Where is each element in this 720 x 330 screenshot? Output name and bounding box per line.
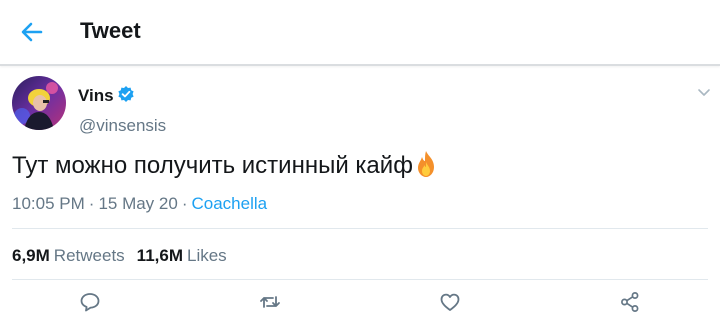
divider [12, 228, 708, 229]
tweet-text-content: Тут можно получить истинный кайф [12, 152, 413, 179]
tweet-detail: Vins @vinsensis Тут можно получить истин… [0, 66, 720, 330]
chevron-down-icon[interactable] [696, 84, 712, 100]
tweet-location-link[interactable]: Coachella [192, 194, 268, 213]
back-arrow-icon[interactable] [16, 16, 48, 48]
page-title: Tweet [80, 18, 141, 43]
fire-emoji-icon [415, 150, 437, 178]
author-display-name[interactable]: Vins [78, 86, 114, 106]
tweet-stats: 6,9M Retweets 11,6M Likes [12, 246, 227, 266]
likes-count: 11,6M [136, 246, 183, 265]
share-icon[interactable] [618, 290, 642, 314]
likes-stat[interactable]: 11,6M Likes [137, 246, 227, 265]
reply-icon[interactable] [78, 290, 102, 314]
heart-icon[interactable] [438, 290, 462, 314]
avatar[interactable] [12, 76, 66, 130]
tweet-time: 10:05 PM [12, 194, 85, 213]
tweet-actions [0, 290, 720, 314]
author-handle[interactable]: @vinsensis [79, 116, 166, 136]
divider [12, 279, 708, 280]
retweet-icon[interactable] [258, 290, 282, 314]
tweet-meta: 10:05 PM · 15 May 20 · Coachella [12, 194, 267, 214]
retweets-label: Retweets [53, 246, 125, 265]
meta-separator: · [88, 194, 95, 213]
verified-badge-icon [117, 85, 135, 103]
retweets-stat[interactable]: 6,9M Retweets [12, 246, 125, 265]
app-header: Tweet [0, 0, 720, 66]
meta-separator: · [181, 194, 188, 213]
tweet-text: Тут можно получить истинный кайф [12, 150, 437, 180]
likes-label: Likes [186, 246, 227, 265]
tweet-date: 15 May 20 [98, 194, 178, 213]
retweets-count: 6,9M [12, 246, 50, 265]
